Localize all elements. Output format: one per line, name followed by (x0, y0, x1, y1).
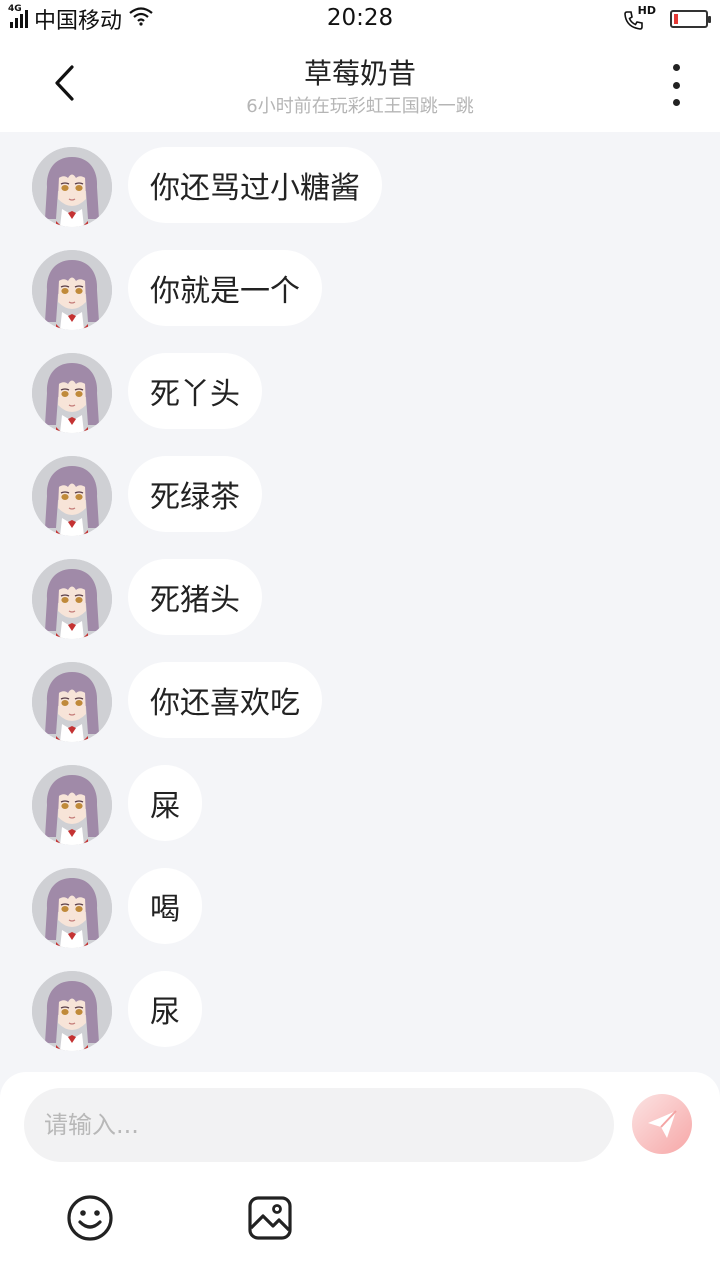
more-options-button[interactable] (660, 64, 692, 106)
hd-call-icon: HD (622, 4, 656, 31)
avatar[interactable] (32, 250, 112, 330)
message-list[interactable]: 你还骂过小糖酱 你就是一个 死丫头 死绿茶 死猪头 你还喜欢吃 屎 喝 尿 (0, 132, 720, 1072)
message-row: 你还骂过小糖酱 (32, 147, 382, 229)
avatar[interactable] (32, 662, 112, 742)
avatar[interactable] (32, 559, 112, 639)
battery-level (674, 14, 678, 24)
smiley-icon (67, 1195, 113, 1241)
chat-header: 草莓奶昔 6小时前在玩彩虹王国跳一跳 (0, 38, 720, 132)
avatar[interactable] (32, 353, 112, 433)
message-bubble[interactable]: 死绿茶 (128, 456, 262, 532)
message-row: 喝 (32, 868, 202, 950)
image-icon (248, 1196, 292, 1240)
message-row: 死丫头 (32, 353, 262, 435)
message-row: 死猪头 (32, 559, 262, 641)
more-dot-icon (672, 99, 680, 106)
message-bubble[interactable]: 你还骂过小糖酱 (128, 147, 382, 223)
status-bar: 4G 中国移动 20:28 HD (0, 0, 720, 38)
image-button[interactable] (246, 1194, 294, 1242)
message-row: 尿 (32, 971, 202, 1053)
paper-plane-icon (648, 1110, 677, 1138)
avatar[interactable] (32, 971, 112, 1051)
message-bubble[interactable]: 你就是一个 (128, 250, 322, 326)
avatar[interactable] (32, 147, 112, 227)
message-bubble[interactable]: 屎 (128, 765, 202, 841)
send-button[interactable] (632, 1094, 692, 1154)
emoji-button[interactable] (66, 1194, 114, 1242)
message-bubble[interactable]: 尿 (128, 971, 202, 1047)
message-bubble[interactable]: 死丫头 (128, 353, 262, 429)
chat-title: 草莓奶昔 (303, 57, 416, 90)
message-bubble[interactable]: 喝 (128, 868, 202, 944)
status-right: HD (622, 4, 711, 32)
message-input[interactable] (24, 1088, 614, 1162)
status-time: 20:28 (326, 5, 394, 31)
more-dot-icon (672, 81, 680, 89)
avatar[interactable] (32, 765, 112, 845)
message-row: 死绿茶 (32, 456, 262, 538)
chat-subtitle: 6小时前在玩彩虹王国跳一跳 (246, 96, 474, 117)
message-row: 你还喜欢吃 (32, 662, 322, 744)
message-row: 屎 (32, 765, 202, 847)
hd-label: HD (637, 4, 656, 17)
more-dot-icon (672, 64, 680, 71)
avatar[interactable] (32, 868, 112, 948)
avatar[interactable] (32, 456, 112, 536)
message-bubble[interactable]: 死猪头 (128, 559, 262, 635)
battery-icon (670, 10, 711, 28)
input-panel (0, 1072, 720, 1280)
message-row: 你就是一个 (32, 250, 322, 332)
message-bubble[interactable]: 你还喜欢吃 (128, 662, 322, 738)
